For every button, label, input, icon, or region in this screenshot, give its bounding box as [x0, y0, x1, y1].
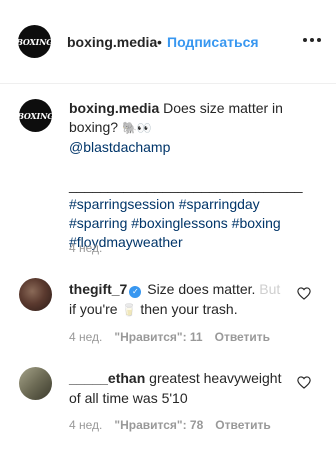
follow-button[interactable]: Подписаться	[167, 34, 259, 50]
header-username[interactable]: boxing.media	[67, 34, 157, 50]
comment-username[interactable]: thegift_7	[69, 281, 127, 297]
separator-dot: •	[157, 34, 162, 50]
comment-text: _____ethan greatest heavyweight of all t…	[69, 368, 289, 408]
more-options-icon[interactable]	[303, 36, 321, 44]
reply-button[interactable]: Ответить	[215, 330, 270, 344]
hashtag-link[interactable]: #boxinglessons	[131, 215, 228, 231]
like-heart-icon[interactable]	[297, 287, 311, 300]
comment-body: Size does matter.	[147, 281, 256, 297]
comment-username[interactable]: _____ethan	[69, 370, 145, 386]
caption-divider: ______________________________	[69, 177, 303, 193]
post-caption: boxing.media Does size matter in boxing?…	[69, 99, 309, 252]
comment-likes[interactable]: "Нравится": 11	[114, 330, 202, 344]
comment-body: then your trash.	[140, 301, 238, 317]
hashtag-link[interactable]: #sparring	[69, 215, 127, 231]
caption-avatar[interactable]: BOXING	[19, 99, 52, 132]
commenter-avatar[interactable]	[19, 278, 52, 311]
hashtag-link[interactable]: #sparringday	[179, 196, 260, 212]
comment-body: if you're	[69, 301, 118, 317]
comment-meta: 4 нед. "Нравится": 11 Ответить	[69, 330, 270, 344]
comment-time[interactable]: 4 нед.	[69, 330, 102, 344]
boxing-logo: BOXING	[19, 110, 52, 121]
mention-link[interactable]: @blastdachamp	[69, 139, 170, 155]
caption-username[interactable]: boxing.media	[69, 100, 159, 116]
comment-text: thegift_7 ✓ Size does matter. But if you'…	[69, 279, 289, 320]
profile-avatar[interactable]: BOXING	[18, 25, 51, 58]
comment-time[interactable]: 4 нед.	[69, 418, 102, 432]
caption-time[interactable]: 4 нед.	[69, 241, 102, 255]
comment-likes[interactable]: "Нравится": 78	[114, 418, 203, 432]
commenter-avatar[interactable]	[19, 367, 52, 400]
caption-emojis: 🐘👀	[121, 121, 152, 135]
comment-emoji: 🥛	[121, 303, 137, 317]
comment-body-faded: But	[259, 281, 281, 297]
comment-meta: 4 нед. "Нравится": 78 Ответить	[69, 418, 271, 432]
post-header: BOXING boxing.media • Подписаться	[0, 0, 336, 84]
like-heart-icon[interactable]	[297, 376, 311, 389]
reply-button[interactable]: Ответить	[215, 418, 270, 432]
boxing-logo: BOXING	[18, 36, 51, 47]
hashtag-link[interactable]: #sparringsession	[69, 196, 175, 212]
verified-badge-icon: ✓	[129, 286, 142, 298]
hashtag-link[interactable]: #boxing	[232, 215, 281, 231]
